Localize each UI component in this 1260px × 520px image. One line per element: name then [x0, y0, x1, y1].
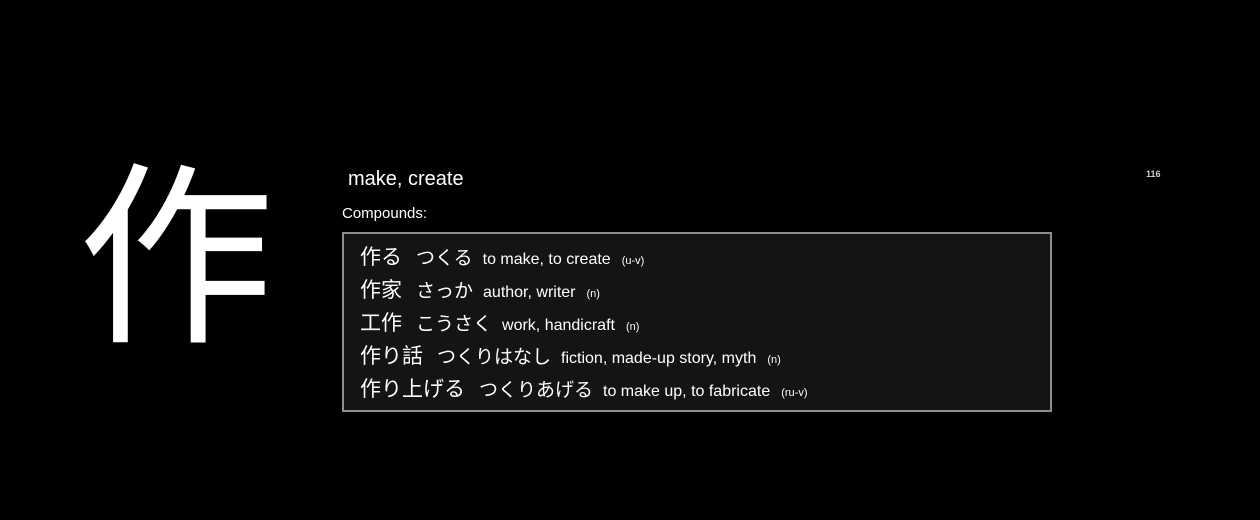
compound-row: 作家 さっか author, writer (n): [360, 274, 1050, 307]
kanji-character: 作: [78, 146, 275, 374]
compound-word: 作家: [360, 278, 402, 302]
compounds-list: 作る つくる to make, to create (u-v) 作家 さっか a…: [342, 232, 1052, 412]
compound-gloss: author, writer: [483, 284, 576, 301]
compound-gloss: to make up, to fabricate: [603, 383, 771, 400]
compound-row: 作り上げる つくりあげる to make up, to fabricate (r…: [360, 373, 1050, 406]
compound-reading: つくりはなし: [437, 346, 552, 368]
compound-reading: つくりあげる: [479, 379, 594, 401]
compound-gloss: fiction, made-up story, myth: [561, 350, 757, 367]
compound-part-of-speech: (ru-v): [781, 387, 808, 399]
compound-row: 作る つくる to make, to create (u-v): [360, 241, 1050, 274]
compound-reading: つくる: [416, 247, 473, 269]
compound-part-of-speech: (n): [767, 354, 781, 366]
compound-row: 作り話 つくりはなし fiction, made-up story, myth …: [360, 340, 1050, 373]
kanji-meaning: make, create: [348, 168, 464, 190]
compound-part-of-speech: (u-v): [621, 255, 645, 267]
compound-word: 作り上げる: [360, 377, 465, 401]
compound-part-of-speech: (n): [625, 321, 640, 333]
compound-gloss: to make, to create: [482, 251, 611, 268]
compound-reading: こうさく: [416, 313, 493, 335]
compound-word: 工作: [360, 311, 402, 335]
compound-word: 作る: [360, 245, 402, 269]
compound-row: 工作 こうさく work, handicraft (n): [360, 307, 1050, 340]
compound-gloss: work, handicraft: [502, 317, 615, 334]
compounds-label: Compounds:: [342, 205, 428, 222]
compound-part-of-speech: (n): [586, 288, 600, 300]
card-number: 116: [1146, 169, 1161, 179]
compound-reading: さっか: [416, 280, 474, 302]
compound-word: 作り話: [360, 344, 423, 368]
